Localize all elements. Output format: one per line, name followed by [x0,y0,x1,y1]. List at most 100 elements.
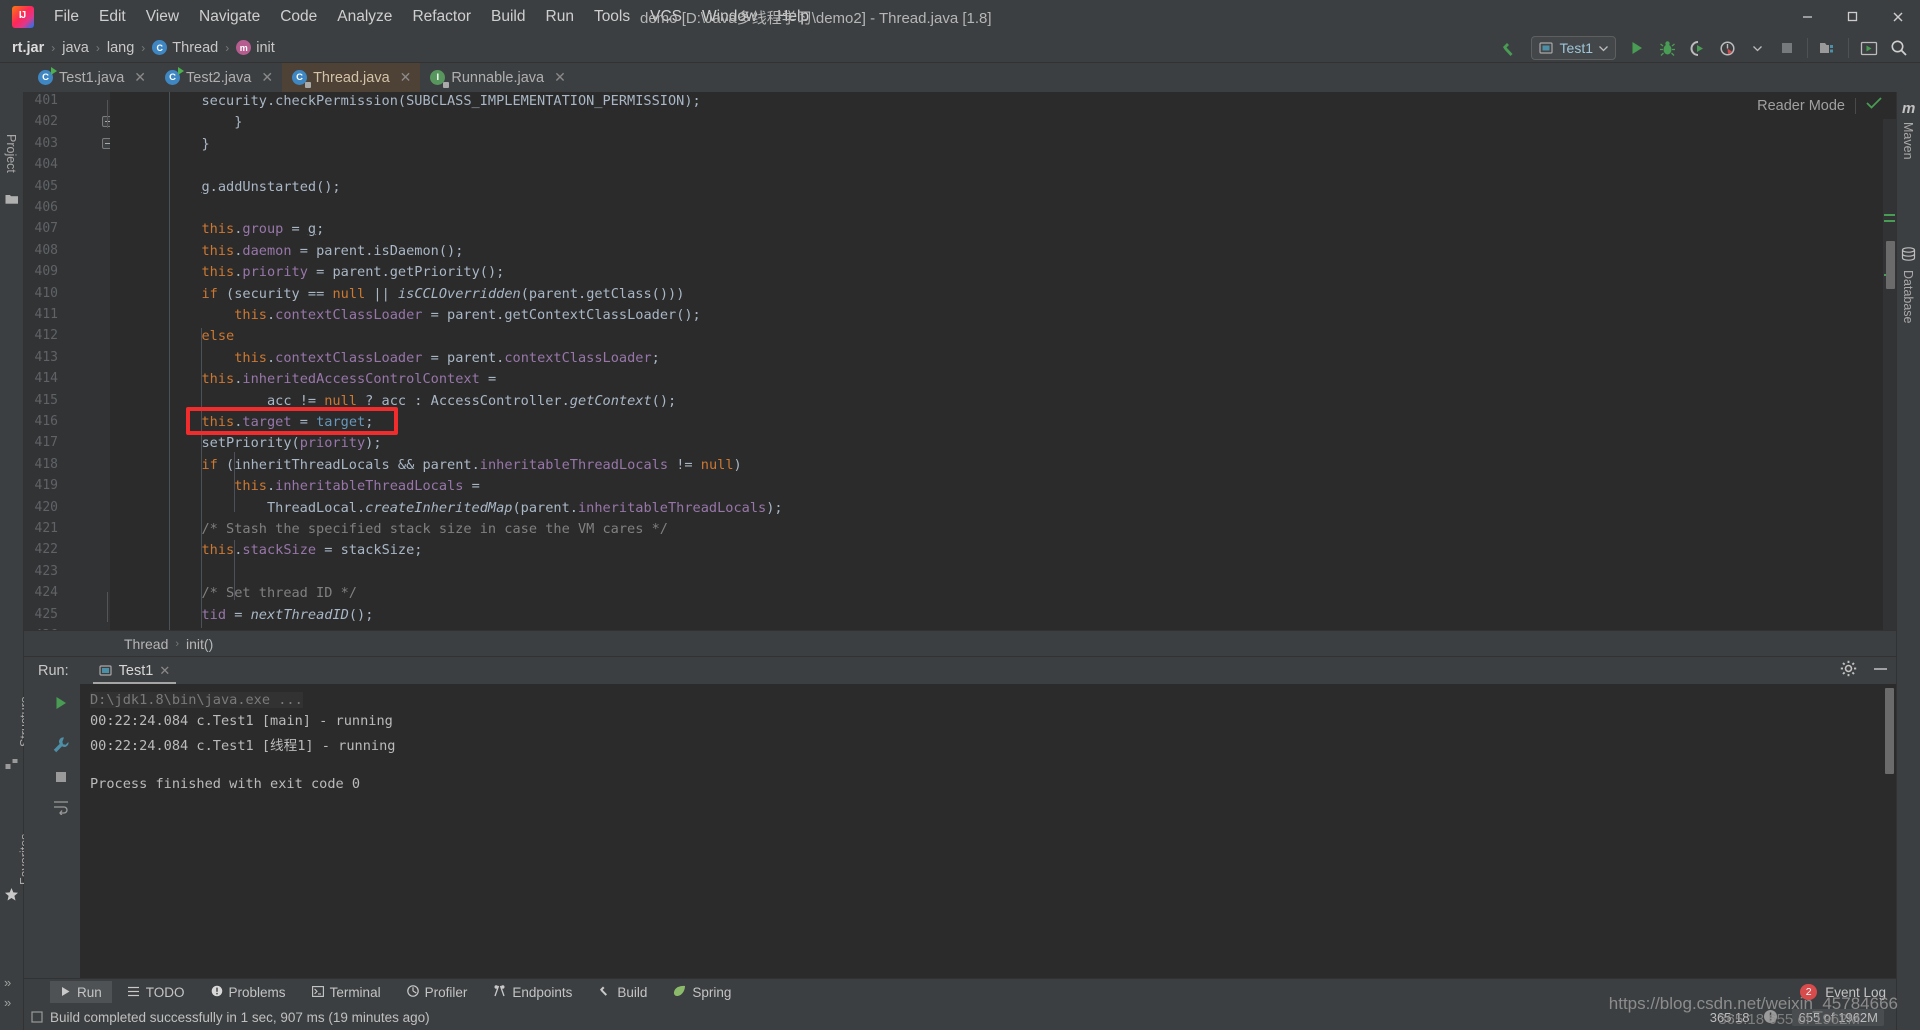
console-output[interactable]: D:\jdk1.8\bin\java.exe ... 00:22:24.084 c… [80,684,1896,978]
editor-tab-test2java[interactable]: C Test2.java ✕ [155,63,282,92]
menu-item-navigate[interactable]: Navigate [189,5,270,29]
breadcrumb-method[interactable]: init() [186,636,213,652]
editor-marker-bar[interactable] [1883,119,1896,630]
code-line[interactable]: this.contextClassLoader = parent.getCont… [136,307,701,323]
code-line[interactable]: } [136,136,209,152]
breadcrumb-class[interactable]: Thread [124,636,168,652]
run-icon[interactable] [1622,34,1652,62]
run-tab-test1[interactable]: Test1 ✕ [92,657,177,685]
expand-chevrons-icon-2[interactable]: » [4,995,11,1010]
hammer-icon [598,984,611,1000]
close-icon[interactable]: ✕ [400,69,412,86]
expand-chevrons-icon[interactable]: » [4,975,11,990]
project-structure-icon[interactable] [1813,34,1843,62]
tool-window-button-build[interactable]: Build [588,981,657,1003]
minimize-icon[interactable] [1873,662,1888,680]
tool-window-button-spring[interactable]: Spring [663,981,741,1003]
sidebar-item-database[interactable]: Database [1901,270,1915,324]
close-icon[interactable]: ✕ [134,69,146,86]
stop-icon[interactable] [48,764,74,790]
breadcrumb-item-thread[interactable]: C Thread [152,40,218,56]
run-panel-label: Run: [38,662,69,679]
code-line[interactable]: tid = nextThreadID(); [136,607,373,623]
breadcrumb-item-init[interactable]: m init [236,40,275,56]
code-line[interactable]: this.inheritedAccessControlContext = [136,371,496,387]
code-line[interactable]: acc != null ? acc : AccessController.get… [136,393,676,409]
caret-position[interactable]: 365:18 [1710,1010,1750,1025]
tool-window-button-problems[interactable]: Problems [201,981,296,1003]
code-line[interactable]: /* Stash the specified stack size in cas… [136,521,668,537]
code-line[interactable]: else [136,328,234,344]
tool-window-button-profiler[interactable]: Profiler [397,981,478,1003]
editor-tab-threadjava[interactable]: C Thread.java ✕ [282,63,421,92]
code-line[interactable]: } [136,114,242,130]
maximize-button[interactable] [1830,0,1875,33]
code-line[interactable]: setPriority(priority); [136,435,381,452]
menu-item-view[interactable]: View [136,5,189,29]
editor-tab-runnablejava[interactable]: I Runnable.java ✕ [420,63,574,92]
tool-window-button-terminal[interactable]: Terminal [302,981,391,1003]
code-editor[interactable]: Reader Mode 401 402 403 404 405 406 407 408 409 4… [24,92,1896,630]
code-line[interactable]: this.target = target; [136,414,373,430]
tool-window-button-run[interactable]: Run [50,981,112,1003]
code-line[interactable]: this.contextClassLoader = parent.context… [136,350,660,366]
close-icon[interactable]: ✕ [554,69,566,86]
close-button[interactable] [1875,0,1920,33]
code-line[interactable]: } [136,628,177,630]
code-content[interactable]: 401 402 403 404 405 406 407 408 409 410 411 412 413 4… [24,92,1896,630]
code-line[interactable]: security.checkPermission(SUBCLASS_IMPLEM… [136,93,700,109]
close-icon[interactable]: ✕ [159,663,170,679]
run-with-coverage-icon[interactable] [1682,34,1712,62]
console-scrollbar[interactable] [1885,688,1894,774]
soft-wrap-icon[interactable] [48,794,74,820]
code-token: priority [299,435,366,452]
wrench-icon[interactable] [48,732,74,758]
code-token: g [201,178,210,195]
tool-window-button-endpoints[interactable]: Endpoints [483,981,582,1003]
menu-item-refactor[interactable]: Refactor [402,5,481,29]
minimize-button[interactable] [1785,0,1830,33]
check-icon[interactable] [1866,96,1882,115]
hammer-icon[interactable] [1495,34,1525,62]
code-line[interactable]: this.inheritableThreadLocals = [136,478,480,494]
code-line[interactable]: this.group = g; [136,221,324,237]
code-line[interactable]: if (inheritThreadLocals && parent.inheri… [136,457,741,473]
stop-icon[interactable] [1772,34,1802,62]
sidebar-item-project[interactable]: Project [4,134,18,173]
code-line[interactable]: g.addUnstarted(); [136,178,340,195]
breadcrumb-label: java [62,39,89,56]
code-line[interactable]: this.daemon = parent.isDaemon(); [136,243,463,259]
tool-window-button-todo[interactable]: TODO [118,981,195,1003]
menu-item-build[interactable]: Build [481,5,535,29]
main-body: Project Structure Favorites » » [0,92,1920,1030]
menu-item-run[interactable]: Run [536,5,584,29]
rerun-icon[interactable] [48,690,74,716]
info-icon[interactable] [1763,1009,1778,1027]
menu-item-file[interactable]: File [44,5,89,29]
close-icon[interactable]: ✕ [261,69,273,86]
event-log-area[interactable]: 2 Event Log [1800,984,1886,1000]
updates-icon[interactable] [1854,34,1884,62]
memory-indicator[interactable]: 655 of 1962M [1792,1009,1884,1026]
sidebar-item-maven[interactable]: Maven [1901,122,1915,160]
code-line[interactable]: if (security == null || isCCLOverridden(… [136,286,684,302]
debug-icon[interactable] [1652,34,1682,62]
gear-icon[interactable] [1840,660,1857,682]
line-number-gutter[interactable]: 401 402 403 404 405 406 407 408 409 410 411 412 413 4… [24,92,113,630]
breadcrumb-item-lang[interactable]: lang [107,40,134,56]
profiler-icon[interactable] [1712,34,1742,62]
menu-item-tools[interactable]: Tools [584,5,640,29]
chevron-down-icon[interactable] [1742,34,1772,62]
menu-item-edit[interactable]: Edit [89,5,136,29]
editor-tab-test1java[interactable]: C Test1.java ✕ [28,63,155,92]
menu-item-analyze[interactable]: Analyze [327,5,402,29]
search-everywhere-icon[interactable] [1884,34,1914,62]
code-line[interactable]: this.priority = parent.getPriority(); [136,264,504,280]
code-line[interactable]: this.stackSize = stackSize; [136,542,422,558]
code-lines[interactable]: security.checkPermission(SUBCLASS_IMPLEM… [110,92,1896,630]
line-number: 423 [34,563,58,579]
menu-item-code[interactable]: Code [270,5,327,29]
breadcrumb-item-java[interactable]: java [62,40,89,56]
run-configuration-selector[interactable]: Test1 [1530,36,1616,60]
breadcrumb-item-rtjar[interactable]: rt.jar [12,40,44,56]
